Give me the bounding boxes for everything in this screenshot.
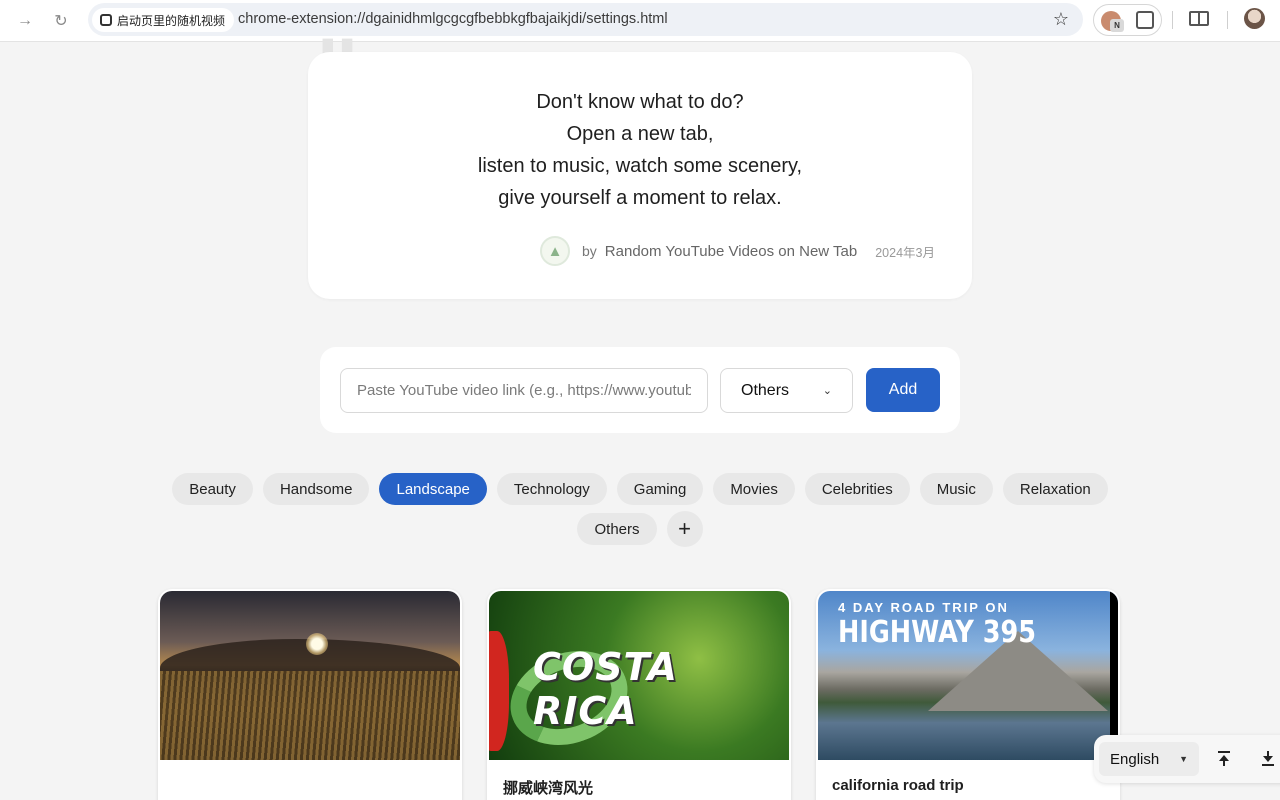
- quote-line: Don't know what to do?: [536, 91, 744, 113]
- thumbnail-subtitle-text: 4 DAY ROAD TRIP ON: [838, 600, 1009, 615]
- profile-avatar[interactable]: [1244, 8, 1265, 29]
- category-select[interactable]: Others ⌄: [720, 368, 853, 413]
- thumbnail-title-text: HIGHWAY 395: [838, 615, 1036, 650]
- site-info-chip[interactable]: 启动页里的随机视频: [92, 8, 235, 32]
- tag-relaxation[interactable]: Relaxation: [1002, 473, 1108, 505]
- video-thumbnail[interactable]: COSTA RICA: [489, 591, 789, 760]
- quote-card: Don't know what to do? Open a new tab, l…: [308, 52, 972, 299]
- tag-celebrities[interactable]: Celebrities: [804, 473, 910, 505]
- category-tags: Beauty Handsome Landscape Technology Gam…: [160, 473, 1120, 547]
- bookmark-star-icon[interactable]: ☆: [1053, 9, 1069, 30]
- extension-badge: N: [1110, 19, 1124, 32]
- address-bar[interactable]: 启动页里的随机视频 chrome-extension://dgainidhmlg…: [88, 3, 1083, 36]
- video-title[interactable]: 挪威峡湾风光: [503, 777, 593, 798]
- thumbnail-title-text: COSTA RICA: [533, 645, 678, 733]
- category-select-value: Others: [741, 381, 790, 399]
- tag-technology[interactable]: Technology: [496, 473, 607, 505]
- puzzle-icon[interactable]: [1136, 11, 1154, 29]
- forward-icon[interactable]: →: [12, 8, 38, 34]
- extensions-pill[interactable]: N: [1093, 4, 1162, 36]
- tag-handsome[interactable]: Handsome: [262, 473, 370, 505]
- attribution-author: Random YouTube Videos on New Tab: [604, 242, 858, 260]
- tag-landscape[interactable]: Landscape: [379, 473, 487, 505]
- add-button[interactable]: Add: [866, 368, 940, 412]
- video-card[interactable]: 4 DAY ROAD TRIP ON HIGHWAY 395 californi…: [816, 589, 1120, 800]
- tag-beauty[interactable]: Beauty: [172, 473, 253, 505]
- tag-movies[interactable]: Movies: [713, 473, 795, 505]
- tag-music[interactable]: Music: [919, 473, 993, 505]
- language-select[interactable]: English ▼: [1099, 742, 1199, 776]
- language-select-value: English: [1110, 750, 1160, 768]
- rocket-logo-icon: ▲: [540, 236, 570, 266]
- thumbnail-grass: [160, 671, 460, 760]
- tag-gaming[interactable]: Gaming: [616, 473, 704, 505]
- site-chip-label: 启动页里的随机视频: [117, 13, 226, 28]
- reading-list-icon[interactable]: [1189, 11, 1209, 26]
- thumbnail-sun: [306, 633, 328, 655]
- tag-others[interactable]: Others: [577, 513, 657, 545]
- browser-toolbar: → ↻ 启动页里的随机视频 chrome-extension://dgainid…: [0, 0, 1280, 42]
- quote-line: Open a new tab,: [566, 123, 714, 145]
- video-card[interactable]: [158, 589, 462, 800]
- chevron-down-icon: ⌄: [822, 385, 832, 397]
- extension-icon: [100, 14, 112, 26]
- floating-toolbar: English ▼: [1094, 735, 1280, 783]
- reload-icon[interactable]: ↻: [48, 8, 74, 34]
- url-text[interactable]: chrome-extension://dgainidhmlgcgcgfbebbk…: [238, 11, 668, 27]
- quote-line: listen to music, watch some scenery,: [477, 155, 803, 177]
- video-thumbnail[interactable]: 4 DAY ROAD TRIP ON HIGHWAY 395: [818, 591, 1118, 760]
- video-link-input[interactable]: [340, 368, 708, 413]
- toolbar-divider: [1227, 11, 1228, 29]
- toolbar-divider: [1172, 11, 1173, 29]
- quote-text: Don't know what to do? Open a new tab, l…: [308, 86, 972, 214]
- thumbnail-flower: [489, 631, 509, 751]
- video-thumbnail[interactable]: [160, 591, 460, 760]
- add-category-button[interactable]: +: [666, 511, 703, 547]
- scroll-top-icon[interactable]: [1214, 748, 1234, 768]
- attribution-date: 2024年3月: [875, 245, 935, 260]
- caret-down-icon: ▼: [1179, 754, 1188, 764]
- quote-line: give yourself a moment to relax.: [498, 187, 782, 209]
- attribution-by: by: [582, 243, 597, 259]
- video-title[interactable]: california road trip: [832, 777, 964, 794]
- scroll-bottom-icon[interactable]: [1258, 748, 1278, 768]
- video-card[interactable]: COSTA RICA 挪威峡湾风光: [487, 589, 791, 800]
- quote-attribution: ▲ by Random YouTube Videos on New Tab 20…: [540, 236, 935, 266]
- add-video-form: Others ⌄ Add: [320, 347, 960, 433]
